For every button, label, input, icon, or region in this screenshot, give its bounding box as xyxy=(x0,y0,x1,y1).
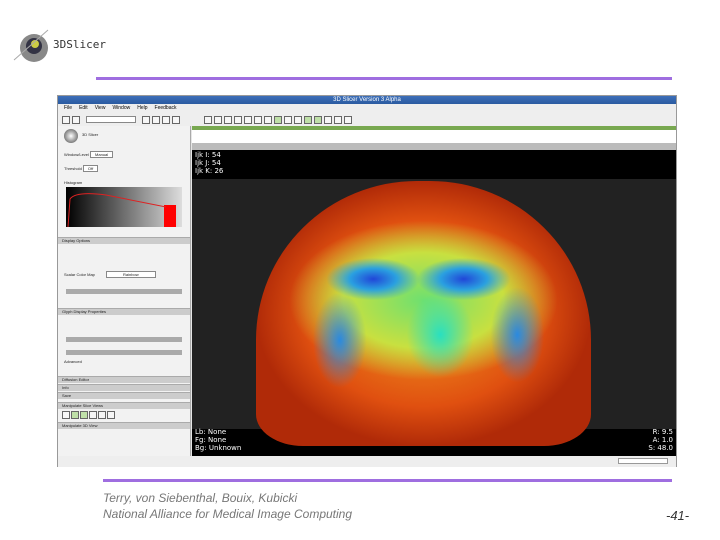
advanced-toggle[interactable]: Advanced xyxy=(58,355,190,368)
window-level-select[interactable]: Manual xyxy=(90,151,114,158)
slice-button[interactable] xyxy=(98,411,106,419)
toolbar-button[interactable] xyxy=(214,115,222,124)
glyph-properties-section[interactable]: Glyph Display Properties xyxy=(58,308,190,315)
histogram-label: Histogram xyxy=(64,180,83,185)
ras-readout: R: 9.5 A: 1.0 S: 48.0 xyxy=(648,428,673,452)
window-level-label: Window/Level xyxy=(64,152,89,157)
opacity-slider[interactable] xyxy=(66,289,182,294)
section-diffusion-editor[interactable]: Diffusion Editor xyxy=(58,376,190,383)
toolbar-button[interactable] xyxy=(234,115,242,124)
menu-file[interactable]: File xyxy=(64,105,72,111)
toolbar-button[interactable] xyxy=(334,115,342,124)
layer-readout: Lb: None Fg: None Bg: Unknown xyxy=(195,428,242,452)
glyph-slider[interactable] xyxy=(66,337,182,342)
histogram xyxy=(66,187,182,227)
toolbar-button[interactable] xyxy=(294,115,302,124)
toolbar-button[interactable] xyxy=(142,115,150,124)
scalar-color-label: Scalar Color Map xyxy=(64,272,95,277)
slice-button[interactable] xyxy=(62,411,70,419)
slice-button[interactable] xyxy=(89,411,97,419)
manipulate-3d-section[interactable]: Manipulate 3D View xyxy=(58,422,190,429)
slice-controls[interactable] xyxy=(192,130,676,143)
page-number: -41- xyxy=(666,508,690,523)
threshold-label: Threshold xyxy=(64,166,82,171)
menu-feedback[interactable]: Feedback xyxy=(155,105,177,111)
toolbar-button[interactable] xyxy=(244,115,252,124)
status-progress xyxy=(618,458,668,464)
slice-offset-slider[interactable] xyxy=(192,143,676,150)
toolbar-button[interactable] xyxy=(314,115,322,124)
toolbar-button[interactable] xyxy=(224,115,232,124)
slicer-window: 3D Slicer Version 3 Alpha File Edit View Wi… xyxy=(57,95,677,467)
slice-button[interactable] xyxy=(80,411,88,419)
toolbar-button[interactable] xyxy=(284,115,292,124)
bottom-divider xyxy=(103,479,672,482)
slice-button[interactable] xyxy=(71,411,79,419)
toolbar-button[interactable] xyxy=(152,115,160,124)
toolbar-button[interactable] xyxy=(344,115,352,124)
toolbar-button[interactable] xyxy=(62,115,70,124)
slice-viewer[interactable]: Ijk I: 54 Ijk J: 54 Ijk K: 26 Lb: None Fg: … xyxy=(192,126,676,456)
toolbar-button[interactable] xyxy=(264,115,272,124)
module-select[interactable] xyxy=(86,116,136,123)
status-bar xyxy=(58,456,676,467)
display-options-section[interactable]: Display Options xyxy=(58,237,190,244)
menu-bar: File Edit View Window Help Feedback xyxy=(58,104,676,113)
toolbar-button[interactable] xyxy=(254,115,262,124)
toolbar-button[interactable] xyxy=(324,115,332,124)
manipulate-slice-section[interactable]: Manipulate Slice Views xyxy=(58,402,190,409)
scalar-color-select[interactable]: Rainbow xyxy=(106,271,156,278)
title-bar: 3D Slicer Version 3 Alpha xyxy=(58,96,676,104)
section-save[interactable]: Save xyxy=(58,392,190,399)
ijk-readout: Ijk I: 54 Ijk J: 54 Ijk K: 26 xyxy=(195,151,224,175)
slice-button[interactable] xyxy=(107,411,115,419)
toolbar-button[interactable] xyxy=(162,115,170,124)
menu-edit[interactable]: Edit xyxy=(79,105,88,111)
toolbar xyxy=(58,113,676,126)
credits: Terry, von Siebenthal, Bouix, Kubicki Nat… xyxy=(103,491,353,521)
toolbar-button[interactable] xyxy=(172,115,180,124)
logo-text: 3DSlicer xyxy=(53,38,106,51)
section-info[interactable]: Info xyxy=(58,384,190,391)
menu-window[interactable]: Window xyxy=(112,105,130,111)
toolbar-button[interactable] xyxy=(274,115,282,124)
slicer-icon xyxy=(64,129,78,143)
toolbar-button[interactable] xyxy=(72,115,80,124)
module-title: 3D Slicer xyxy=(82,132,99,137)
toolbar-button[interactable] xyxy=(204,115,212,124)
toolbar-button[interactable] xyxy=(304,115,312,124)
slicer-logo xyxy=(13,29,49,62)
menu-help[interactable]: Help xyxy=(137,105,147,111)
threshold-select[interactable]: Off xyxy=(82,165,99,172)
module-panel: 3D Slicer Window/Level Manual Threshold … xyxy=(58,126,191,461)
menu-view[interactable]: View xyxy=(95,105,106,111)
top-divider xyxy=(96,77,672,80)
